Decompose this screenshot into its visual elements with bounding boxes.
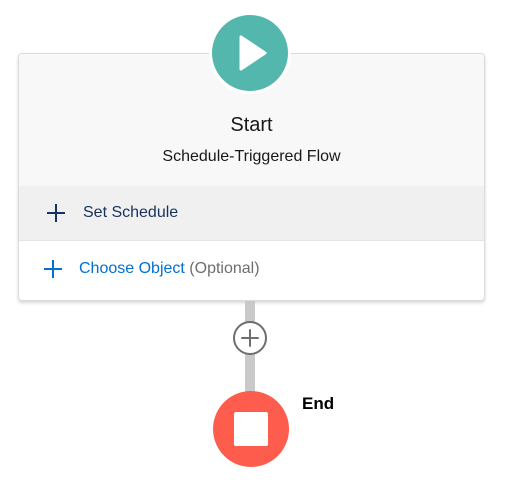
plus-circle-icon — [241, 329, 259, 347]
plus-icon — [47, 204, 65, 222]
plus-icon — [44, 260, 62, 278]
choose-object-text[interactable]: Choose Object — [79, 260, 185, 277]
add-element-button[interactable] — [233, 321, 267, 355]
optional-hint: (Optional) — [189, 260, 260, 277]
start-node-icon[interactable] — [212, 15, 288, 91]
stop-icon — [234, 412, 268, 446]
flow-canvas: Start Schedule-Triggered Flow Set Schedu… — [0, 0, 505, 503]
start-title: Start — [230, 114, 273, 136]
choose-object-button[interactable]: Choose Object (Optional) — [19, 242, 484, 297]
set-schedule-label: Set Schedule — [83, 204, 179, 221]
flow-type-label: Schedule-Triggered Flow — [162, 148, 341, 165]
play-icon — [239, 35, 267, 71]
end-node[interactable] — [213, 391, 289, 467]
set-schedule-button[interactable]: Set Schedule — [19, 186, 484, 241]
choose-object-label: Choose Object (Optional) — [79, 260, 260, 278]
end-label: End — [302, 394, 335, 413]
